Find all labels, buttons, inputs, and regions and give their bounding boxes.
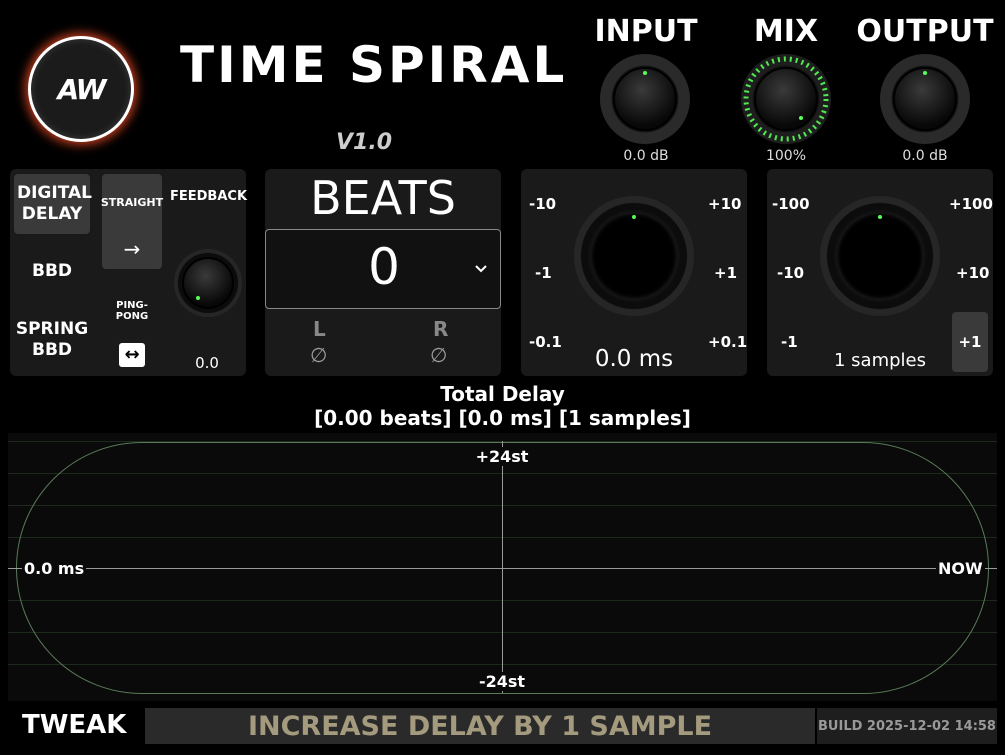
input-value: 0.0 dB <box>623 148 669 164</box>
app-logo: AW <box>28 36 134 142</box>
feedback-label: FEEDBACK <box>170 189 248 204</box>
ping-pong-label: PING-PONG <box>115 300 149 322</box>
digital-delay-button[interactable]: DIGITAL DELAY <box>14 174 92 234</box>
output-value: 0.0 dB <box>902 148 948 164</box>
straight-button[interactable]: STRAIGHT → <box>100 174 164 269</box>
ms-minus-1-button[interactable]: -1 <box>535 264 552 282</box>
samples-plus-10-button[interactable]: +10 <box>956 264 989 282</box>
app-title: TIME SPIRAL <box>180 36 568 94</box>
mix-value: 100% <box>765 148 807 164</box>
build-info: BUILD 2025-12-02 14:58 <box>817 708 997 744</box>
ms-value: 0.0 ms <box>594 346 674 372</box>
samples-knob[interactable] <box>820 196 940 316</box>
left-channel-label: L <box>313 317 326 341</box>
mix-knob-group: MIX <box>716 14 856 49</box>
left-phase-invert-icon[interactable]: ∅ <box>310 343 327 367</box>
mix-label: MIX <box>753 14 819 49</box>
beats-label: BEATS <box>310 171 456 225</box>
spiral-graph: +24st -24st 0.0 ms NOW <box>8 433 997 701</box>
samples-value: 1 samples <box>834 350 926 371</box>
samples-plus-1-label: +1 <box>958 333 982 351</box>
build-label: BUILD 2025-12-02 14:58 <box>818 718 996 734</box>
graph-left-label: 0.0 ms <box>22 559 87 578</box>
total-delay-summary: [0.00 beats] [0.0 ms] [1 samples] <box>314 406 691 430</box>
output-knob[interactable] <box>880 54 970 144</box>
graph-bottom-label: -24st <box>464 672 540 691</box>
bbd-button[interactable]: BBD <box>14 261 90 282</box>
vertical-axis <box>502 441 503 693</box>
ms-panel: -10 -1 -0.1 +10 +1 +0.1 0.0 ms <box>521 169 747 376</box>
straight-label: STRAIGHT <box>100 196 164 209</box>
samples-minus-10-button[interactable]: -10 <box>777 264 804 282</box>
status-bar: INCREASE DELAY BY 1 SAMPLE <box>145 708 815 744</box>
beats-select[interactable]: 0 <box>265 229 501 309</box>
chevron-down-icon <box>475 265 487 273</box>
samples-minus-100-button[interactable]: -100 <box>772 195 810 213</box>
ms-plus-10-button[interactable]: +10 <box>708 195 741 213</box>
ms-knob[interactable] <box>574 196 694 316</box>
tweak-label: TWEAK <box>22 710 127 740</box>
ms-minus-10-button[interactable]: -10 <box>529 195 556 213</box>
samples-panel: -100 -10 -1 +100 +10 +1 1 samples <box>767 169 993 376</box>
samples-plus-100-button[interactable]: +100 <box>949 195 993 213</box>
input-knob-group: INPUT <box>576 14 716 49</box>
ping-pong-toggle-icon[interactable]: ↔ <box>119 343 145 367</box>
version-label: V1.0 <box>336 130 392 155</box>
mix-knob[interactable] <box>741 54 831 144</box>
input-label: INPUT <box>594 14 698 49</box>
ms-plus-1-button[interactable]: +1 <box>714 264 737 282</box>
digital-delay-label: DIGITAL DELAY <box>17 183 92 224</box>
input-knob[interactable] <box>600 54 690 144</box>
straight-arrow-icon: → <box>123 237 141 261</box>
beats-value: 0 <box>368 238 400 296</box>
feedback-value: 0.0 <box>195 354 219 372</box>
graph-top-label: +24st <box>464 447 540 466</box>
graph-right-label: NOW <box>936 559 985 578</box>
total-delay-title: Total Delay <box>440 382 565 406</box>
output-label: OUTPUT <box>856 14 994 49</box>
right-phase-invert-icon[interactable]: ∅ <box>430 343 447 367</box>
beats-panel: BEATS 0 L R ∅ ∅ <box>265 169 501 376</box>
samples-minus-1-button[interactable]: -1 <box>781 333 798 351</box>
feedback-knob[interactable] <box>174 249 242 317</box>
logo-text: AW <box>57 72 106 106</box>
right-channel-label: R <box>433 317 449 341</box>
mode-panel: DIGITAL DELAY BBD SPRING BBD STRAIGHT → … <box>10 169 248 376</box>
status-message: INCREASE DELAY BY 1 SAMPLE <box>247 710 713 742</box>
spring-bbd-button[interactable]: SPRING BBD <box>14 319 90 361</box>
output-knob-group: OUTPUT <box>855 14 995 49</box>
